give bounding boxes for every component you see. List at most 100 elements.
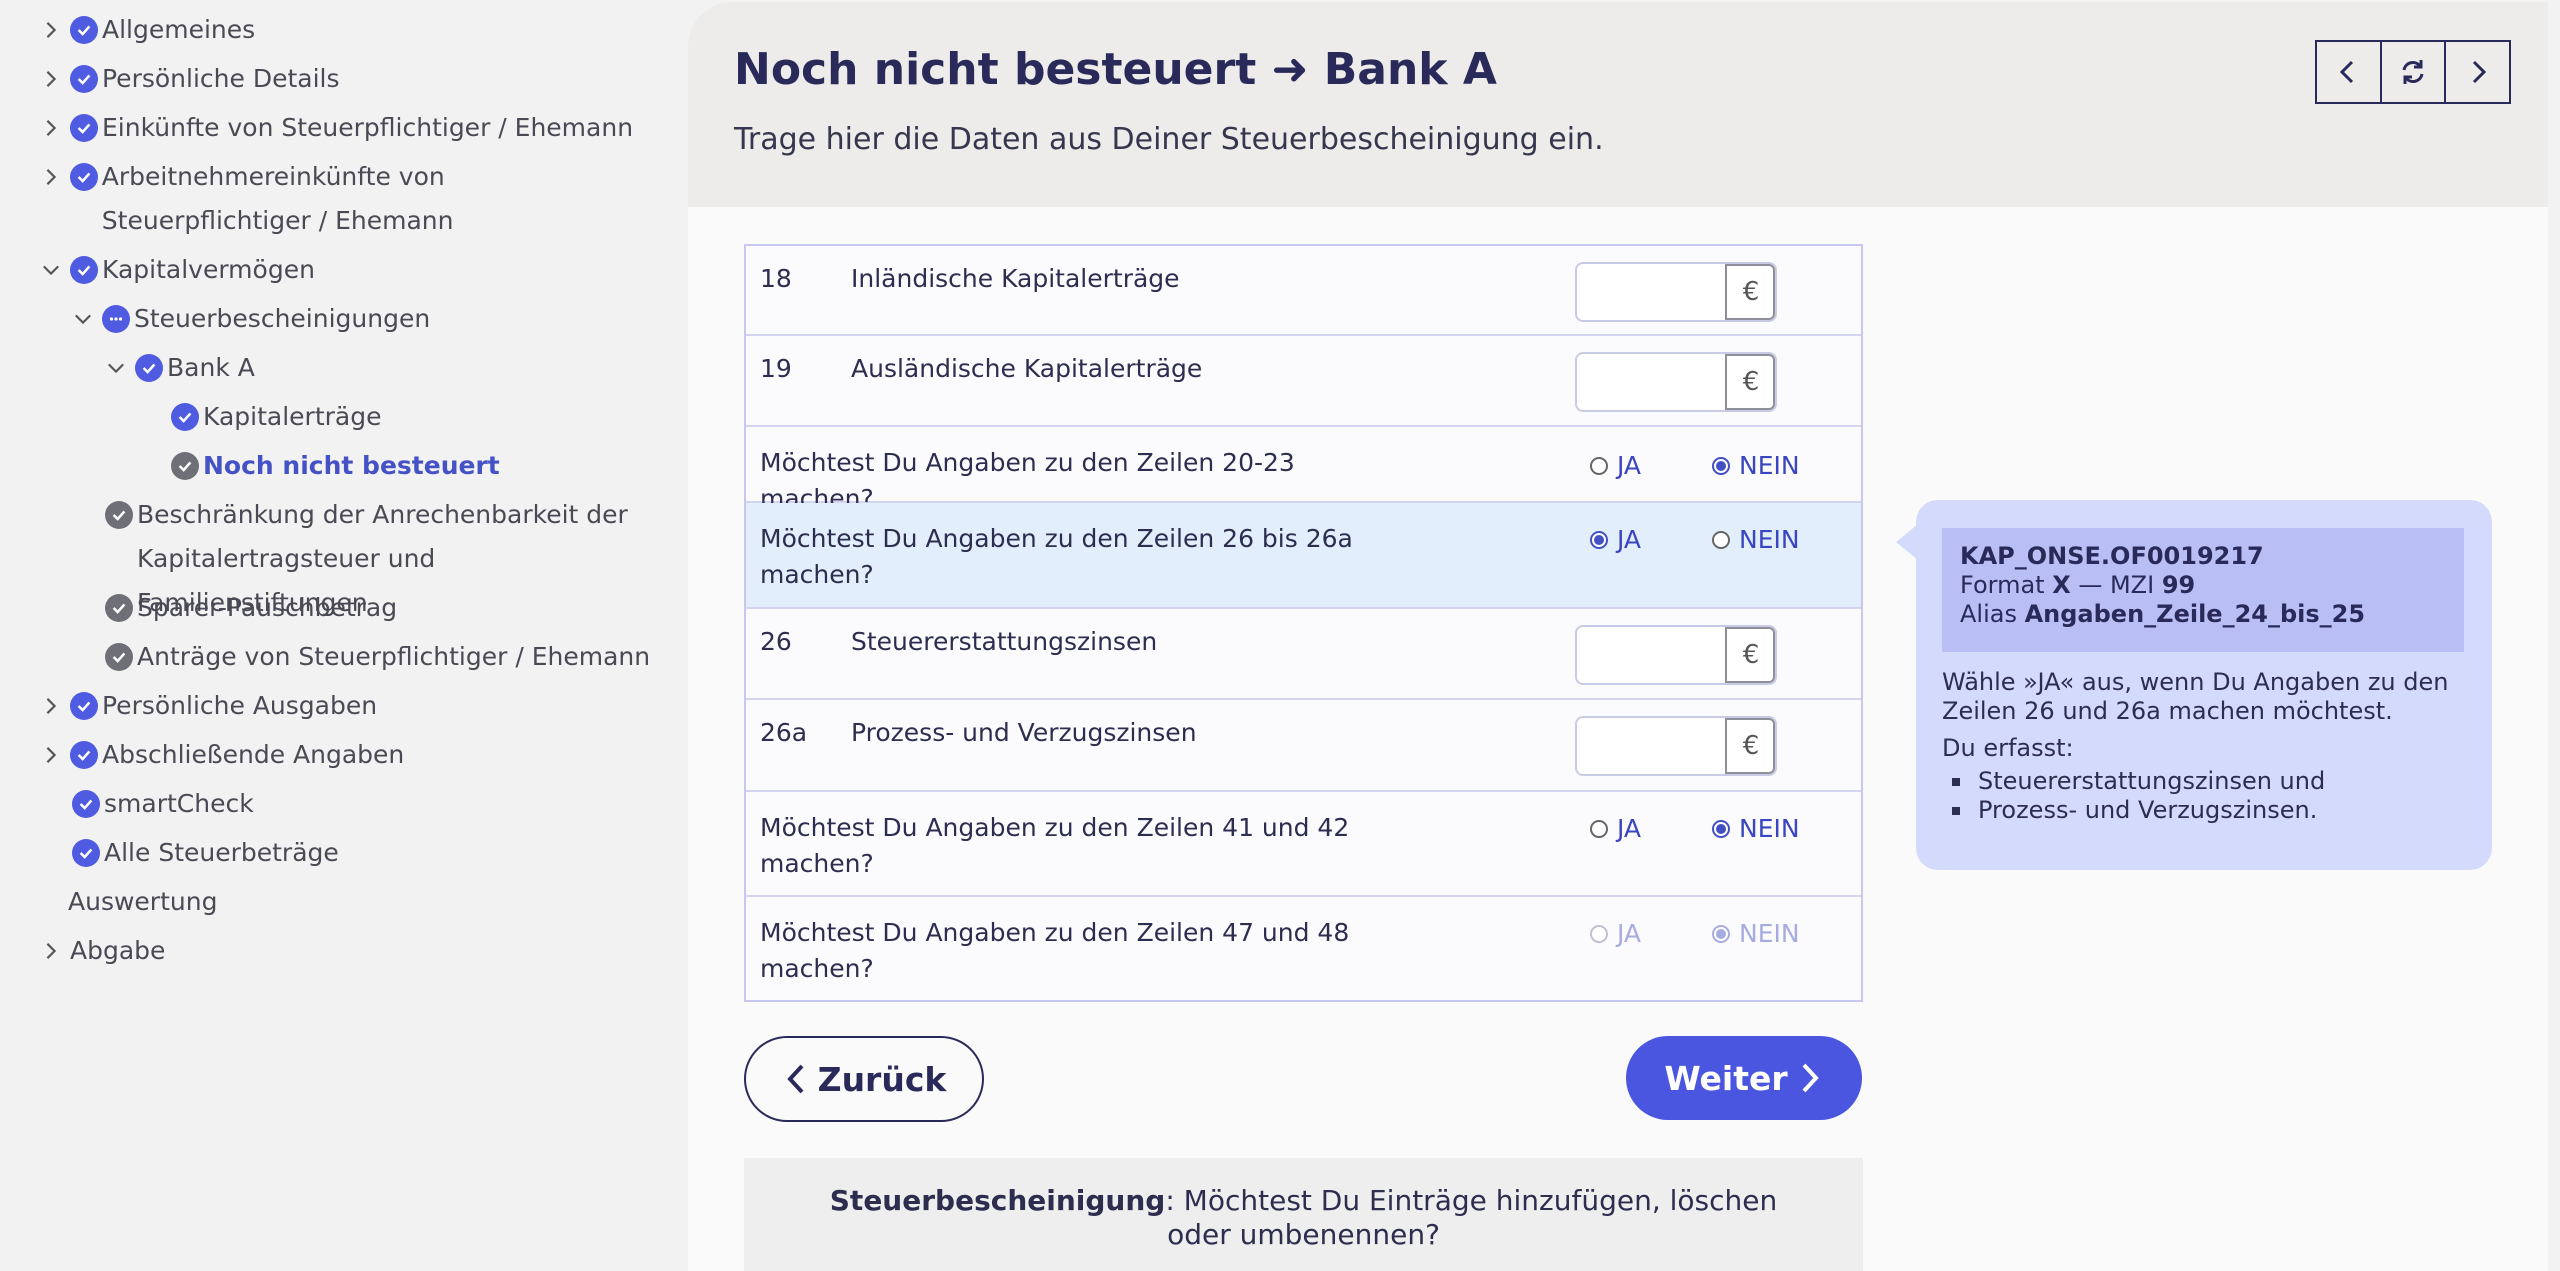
chevron-down-icon[interactable] bbox=[101, 346, 131, 390]
tree-item-persoenliche-ausgaben[interactable]: Persönliche Ausgaben bbox=[36, 684, 377, 728]
alias-prefix: Alias bbox=[1960, 600, 2025, 628]
amount-field[interactable] bbox=[1577, 264, 1725, 320]
radio-no[interactable]: NEIN bbox=[1712, 451, 1800, 480]
tree-item-label: Auswertung bbox=[68, 887, 218, 916]
line-number: 26a bbox=[760, 718, 808, 747]
line-number: 19 bbox=[760, 354, 792, 383]
amount-input-line-18[interactable]: € bbox=[1575, 262, 1777, 322]
radio-selected-icon bbox=[1590, 530, 1608, 549]
tree-item-label: Anträge von Steuerpflichtiger / Ehemann bbox=[137, 642, 651, 671]
check-circle-icon bbox=[72, 790, 100, 818]
page-header: Noch nicht besteuert ➜ Bank A Trage hier… bbox=[688, 2, 2548, 207]
tree-item-label: Allgemeines bbox=[102, 15, 256, 44]
chevron-left-icon bbox=[2340, 60, 2354, 84]
tree-item-label: Bank A bbox=[167, 353, 255, 382]
currency-unit: € bbox=[1725, 718, 1775, 774]
tree-item-kapitalvermoegen[interactable]: Kapitalvermögen bbox=[36, 248, 315, 292]
next-page-button[interactable] bbox=[2446, 42, 2509, 102]
help-list: Steuererstattungszinsen und Prozess- und… bbox=[1942, 767, 2472, 825]
radio-selected-icon bbox=[1712, 819, 1730, 838]
tree-item-label: smartCheck bbox=[104, 789, 254, 818]
certificate-link[interactable]: Steuerbescheinigung bbox=[830, 1184, 1166, 1217]
radio-label: NEIN bbox=[1739, 525, 1800, 554]
question-label: Möchtest Du Angaben zu den Zeilen 26 bis… bbox=[760, 524, 1353, 589]
next-button[interactable]: Weiter bbox=[1626, 1036, 1862, 1120]
radio-label: JA bbox=[1617, 919, 1642, 948]
tree-item-antraege[interactable]: Anträge von Steuerpflichtiger / Ehemann bbox=[105, 635, 650, 679]
field-label: Prozess- und Verzugszinsen bbox=[851, 718, 1197, 747]
check-circle-icon bbox=[70, 256, 98, 284]
form-row-question-41-42: Möchtest Du Angaben zu den Zeilen 41 und… bbox=[746, 792, 1861, 897]
tree-item-steuerbescheinigungen[interactable]: Steuerbescheinigungen bbox=[68, 297, 430, 341]
certificate-info-text: : Möchtest Du Einträge hinzufügen, lösch… bbox=[1165, 1184, 1778, 1251]
chevron-down-icon[interactable] bbox=[68, 297, 98, 341]
tree-item-persoenliche-details[interactable]: Persönliche Details bbox=[36, 57, 340, 101]
check-circle-icon bbox=[171, 452, 199, 480]
amount-field[interactable] bbox=[1577, 354, 1725, 410]
radio-yes[interactable]: JA bbox=[1590, 451, 1641, 480]
line-number: 26 bbox=[760, 627, 792, 656]
amount-input-line-26a[interactable]: € bbox=[1575, 716, 1777, 776]
currency-unit: € bbox=[1725, 264, 1775, 320]
check-circle-icon bbox=[70, 692, 98, 720]
chevron-right-icon[interactable] bbox=[36, 733, 66, 777]
amount-input-line-19[interactable]: € bbox=[1575, 352, 1777, 412]
chevron-right-icon[interactable] bbox=[36, 684, 66, 728]
back-button[interactable]: Zurück bbox=[744, 1036, 984, 1122]
radio-yes: JA bbox=[1590, 919, 1641, 948]
tree-item-label: Noch nicht besteuert bbox=[203, 451, 500, 480]
tree-item-arbeitnehmereinkuenfte[interactable]: Arbeitnehmereinkünfte von Steuerpflichti… bbox=[36, 155, 656, 243]
radio-yes[interactable]: JA bbox=[1590, 814, 1641, 843]
help-list-title: Du erfasst: bbox=[1942, 734, 2074, 762]
radio-circle-icon bbox=[1712, 530, 1730, 549]
help-bubble: KAP_ONSE.OF0019217 Format X — MZI 99 Ali… bbox=[1896, 500, 2492, 870]
amount-input-line-26[interactable]: € bbox=[1575, 625, 1777, 685]
field-code: KAP_ONSE.OF0019217 bbox=[1960, 542, 2264, 570]
refresh-icon bbox=[2402, 60, 2424, 84]
radio-label: JA bbox=[1617, 525, 1642, 554]
radio-label: JA bbox=[1617, 814, 1642, 843]
currency-unit: € bbox=[1725, 627, 1775, 683]
form-row-line-26: 26 Steuererstattungszinsen € bbox=[746, 609, 1861, 700]
refresh-button[interactable] bbox=[2382, 42, 2447, 102]
page-navigation bbox=[2315, 40, 2511, 104]
tree-item-abschliessende-angaben[interactable]: Abschließende Angaben bbox=[36, 733, 404, 777]
check-circle-icon bbox=[171, 403, 199, 431]
tree-item-label: Persönliche Ausgaben bbox=[102, 691, 378, 720]
tree-item-noch-nicht-besteuert[interactable]: Noch nicht besteuert bbox=[171, 444, 500, 488]
radio-yes[interactable]: JA bbox=[1590, 525, 1641, 554]
form-table: 18 Inländische Kapitalerträge € 19 Auslä… bbox=[744, 244, 1863, 1002]
check-circle-icon bbox=[105, 643, 133, 671]
tree-item-label: Arbeitnehmereinkünfte von Steuerpflichti… bbox=[101, 162, 454, 235]
tree-item-einkuenfte[interactable]: Einkünfte von Steuerpflichtiger / Eheman… bbox=[36, 106, 633, 150]
page-title: Noch nicht besteuert ➜ Bank A bbox=[734, 44, 1497, 95]
tree-item-sparer-pauschbetrag[interactable]: Sparer-Pauschbetrag bbox=[105, 586, 397, 630]
chevron-right-icon[interactable] bbox=[36, 8, 66, 52]
previous-page-button[interactable] bbox=[2317, 42, 2382, 102]
tree-item-alle-steuerbetraege[interactable]: Alle Steuerbeträge bbox=[72, 831, 339, 875]
currency-unit: € bbox=[1725, 354, 1775, 410]
radio-no[interactable]: NEIN bbox=[1712, 814, 1800, 843]
navigation-tree: Allgemeines Persönliche Details Einkünft… bbox=[0, 0, 670, 1271]
tree-item-abgabe[interactable]: Abgabe bbox=[36, 929, 165, 973]
amount-field[interactable] bbox=[1577, 627, 1725, 683]
tree-item-bank-a[interactable]: Bank A bbox=[101, 346, 255, 390]
radio-selected-icon bbox=[1712, 924, 1730, 943]
certificate-info[interactable]: Steuerbescheinigung: Möchtest Du Einträg… bbox=[744, 1158, 1863, 1271]
chevron-right-icon bbox=[1802, 1063, 1819, 1093]
tree-item-kapitalertraege[interactable]: Kapitalerträge bbox=[171, 395, 381, 439]
tree-item-label: Abgabe bbox=[70, 936, 166, 965]
amount-field[interactable] bbox=[1577, 718, 1725, 774]
tree-item-label: Steuerbescheinigungen bbox=[134, 304, 431, 333]
chevron-right-icon[interactable] bbox=[36, 106, 66, 150]
tree-item-smartcheck[interactable]: smartCheck bbox=[72, 782, 254, 826]
chevron-down-icon[interactable] bbox=[36, 248, 66, 292]
form-row-question-20-23: Möchtest Du Angaben zu den Zeilen 20-23 … bbox=[746, 427, 1861, 513]
radio-no[interactable]: NEIN bbox=[1712, 525, 1800, 554]
chevron-right-icon[interactable] bbox=[36, 929, 66, 973]
tree-item-auswertung[interactable]: Auswertung bbox=[68, 880, 217, 924]
tree-item-allgemeines[interactable]: Allgemeines bbox=[36, 8, 255, 52]
line-number: 18 bbox=[760, 264, 792, 293]
radio-circle-icon bbox=[1590, 456, 1608, 475]
chevron-right-icon[interactable] bbox=[36, 57, 66, 101]
